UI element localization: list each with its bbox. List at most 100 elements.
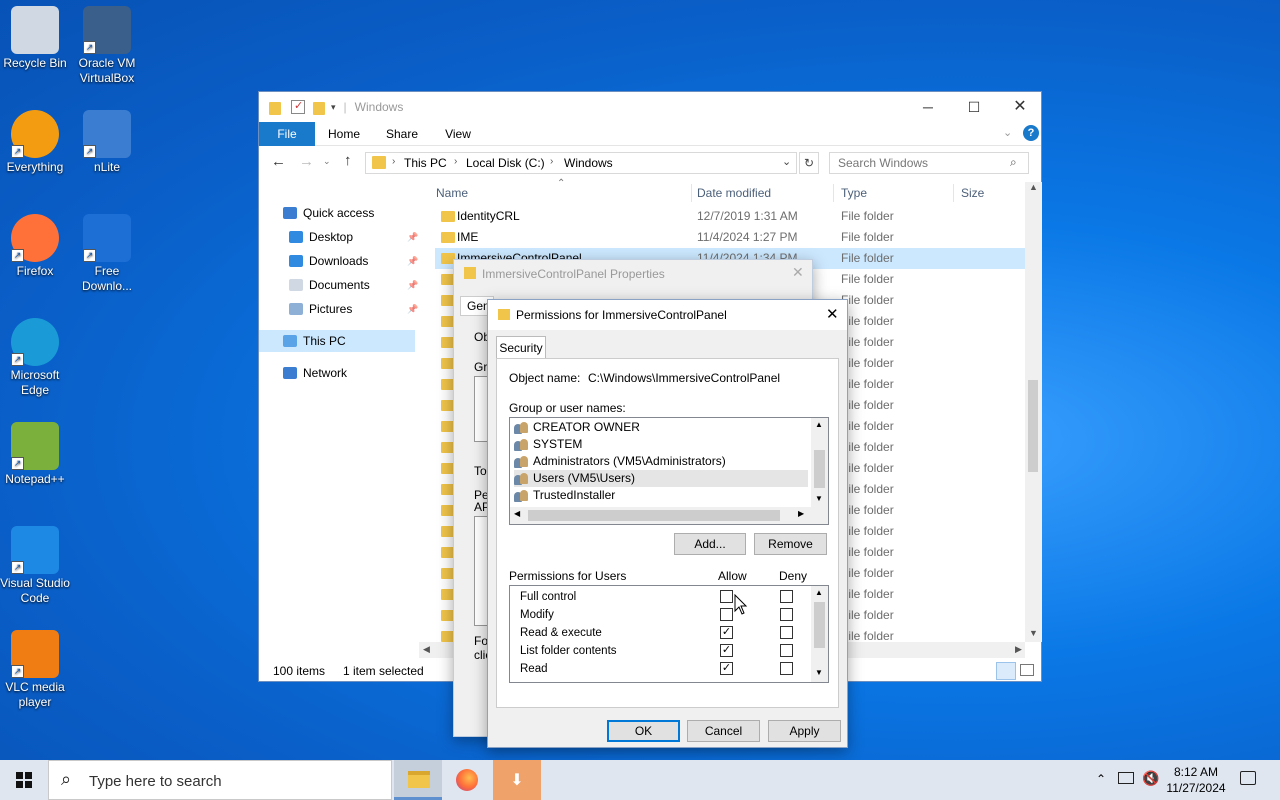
- user-row[interactable]: CREATOR OWNER: [514, 419, 808, 436]
- allow-checkbox[interactable]: [720, 590, 733, 603]
- desktop-icon-vscode[interactable]: ↗ Visual Studio Code: [0, 526, 70, 606]
- start-button[interactable]: [0, 760, 48, 800]
- volume-muted-icon[interactable]: 🔇: [1142, 770, 1159, 787]
- show-hidden-icons-icon[interactable]: ⌃: [1096, 772, 1106, 786]
- apply-button[interactable]: Apply: [768, 720, 841, 742]
- properties-close-icon[interactable]: ✕: [792, 264, 804, 281]
- deny-checkbox[interactable]: [780, 608, 793, 621]
- desktop-icon-virtualbox[interactable]: ↗ Oracle VM VirtualBox: [72, 6, 142, 86]
- taskbar-download-manager[interactable]: ⬇: [493, 760, 541, 800]
- cancel-button[interactable]: Cancel: [687, 720, 760, 742]
- user-row[interactable]: TrustedInstaller: [514, 487, 808, 504]
- taskbar-search-input[interactable]: Type here to search: [89, 773, 222, 790]
- tab-home[interactable]: Home: [323, 122, 365, 146]
- nav-item-downloads[interactable]: Downloads 📌: [289, 250, 418, 272]
- search-box[interactable]: Search Windows ⌕: [829, 152, 1029, 174]
- breadcrumb-local-disk[interactable]: Local Disk (C:): [466, 156, 545, 170]
- pin-icon[interactable]: 📌: [407, 298, 418, 320]
- allow-checkbox[interactable]: ✓: [720, 644, 733, 657]
- desktop-icon-recycle-bin[interactable]: Recycle Bin: [0, 6, 70, 71]
- desktop-icon-everything-search[interactable]: ↗ Everything: [0, 110, 70, 175]
- desktop-icon-vlc[interactable]: ↗ VLC media player: [0, 630, 70, 710]
- user-row[interactable]: Administrators (VM5\Administrators): [514, 453, 808, 470]
- forward-arrow-icon[interactable]: →: [299, 153, 314, 170]
- vertical-scrollbar[interactable]: ▲ ▼: [1025, 182, 1042, 642]
- pin-icon[interactable]: 📌: [407, 274, 418, 296]
- taskbar-search-box[interactable]: ⌕ Type here to search: [48, 760, 392, 800]
- maximize-button[interactable]: ☐: [951, 92, 997, 122]
- permission-list-vscroll[interactable]: ▲ ▼: [811, 586, 828, 682]
- breadcrumb-windows[interactable]: Windows: [564, 156, 613, 170]
- clock[interactable]: 8:12 AM 11/27/2024: [1160, 764, 1232, 796]
- column-type[interactable]: Type: [841, 186, 867, 200]
- permissions-title-bar[interactable]: Permissions for ImmersiveControlPanel ✕: [488, 300, 847, 330]
- deny-checkbox[interactable]: [780, 644, 793, 657]
- user-list-hscroll[interactable]: ◀ ▶: [510, 507, 828, 524]
- tab-file[interactable]: File: [259, 122, 315, 146]
- tab-share[interactable]: Share: [381, 122, 423, 146]
- desktop-icon-firefox[interactable]: ↗ Firefox: [0, 214, 70, 279]
- tab-view[interactable]: View: [437, 122, 479, 146]
- back-arrow-icon[interactable]: ←: [271, 153, 286, 170]
- minimize-button[interactable]: ─: [905, 92, 951, 122]
- nav-item-documents[interactable]: Documents 📌: [289, 274, 418, 296]
- nav-item-pictures[interactable]: Pictures 📌: [289, 298, 418, 320]
- column-name[interactable]: Name: [436, 186, 468, 200]
- network-icon[interactable]: [1118, 772, 1134, 784]
- user-list[interactable]: CREATOR OWNER SYSTEM Administrators (VM5\A…: [509, 417, 829, 525]
- search-input[interactable]: Search Windows: [838, 156, 928, 170]
- allow-checkbox[interactable]: [720, 608, 733, 621]
- desktop-icon-notepadpp[interactable]: ↗ Notepad++: [0, 422, 70, 487]
- properties-quick-icon[interactable]: ✓: [291, 100, 305, 114]
- customize-toolbar-icon[interactable]: ▾: [331, 102, 336, 113]
- column-date-modified[interactable]: Date modified: [697, 186, 771, 200]
- address-bar[interactable]: › This PC › Local Disk (C:) › Windows ⌄: [365, 152, 797, 174]
- taskbar-firefox[interactable]: [443, 760, 491, 800]
- desktop-icon-free-download-manager[interactable]: ↗ Free Downlo...: [72, 214, 142, 294]
- close-button[interactable]: ✕: [997, 92, 1043, 122]
- nav-item-desktop[interactable]: Desktop 📌: [289, 226, 418, 248]
- expand-ribbon-icon[interactable]: ⌄: [1003, 126, 1012, 139]
- pin-icon[interactable]: 📌: [407, 226, 418, 248]
- permission-list[interactable]: Full control Modify Read & execute ✓ List fo…: [509, 585, 829, 683]
- permissions-close-icon[interactable]: ✕: [826, 305, 839, 323]
- up-arrow-icon[interactable]: ↑: [344, 152, 352, 169]
- permissions-dialog[interactable]: Permissions for ImmersiveControlPanel ✕ …: [487, 299, 848, 748]
- details-view-icon[interactable]: [996, 662, 1016, 680]
- allow-checkbox[interactable]: ✓: [720, 662, 733, 675]
- deny-checkbox[interactable]: [780, 662, 793, 675]
- new-folder-icon[interactable]: [313, 101, 325, 115]
- column-size[interactable]: Size: [961, 186, 984, 200]
- folder-icon: [441, 232, 455, 243]
- allow-checkbox[interactable]: ✓: [720, 626, 733, 639]
- help-icon[interactable]: ?: [1023, 125, 1039, 141]
- document-icon: [289, 279, 303, 291]
- user-row[interactable]: Users (VM5\Users): [514, 470, 808, 487]
- nav-item-this-pc[interactable]: This PC: [259, 330, 415, 352]
- deny-checkbox[interactable]: [780, 590, 793, 603]
- scroll-thumb[interactable]: [1028, 380, 1038, 472]
- user-row[interactable]: SYSTEM: [514, 436, 808, 453]
- file-row[interactable]: IME 11/4/2024 1:27 PM File folder: [435, 227, 1025, 248]
- notification-icon[interactable]: [1240, 771, 1256, 785]
- search-icon[interactable]: ⌕: [1010, 155, 1017, 170]
- desktop-icon-edge[interactable]: ↗ Microsoft Edge: [0, 318, 70, 398]
- file-type: File folder: [841, 230, 894, 244]
- ok-button[interactable]: OK: [607, 720, 680, 742]
- tab-security[interactable]: Security: [496, 336, 546, 359]
- file-row[interactable]: IdentityCRL 12/7/2019 1:31 AM File folder: [435, 206, 1025, 227]
- deny-checkbox[interactable]: [780, 626, 793, 639]
- nav-item-quick-access[interactable]: Quick access: [283, 202, 374, 224]
- nav-item-network[interactable]: Network: [283, 362, 347, 384]
- pin-icon[interactable]: 📌: [407, 250, 418, 272]
- taskbar-file-explorer[interactable]: [394, 760, 442, 800]
- user-list-vscroll[interactable]: ▲ ▼: [811, 418, 828, 508]
- large-icons-view-icon[interactable]: [1020, 664, 1034, 676]
- remove-button[interactable]: Remove: [754, 533, 827, 555]
- address-dropdown-icon[interactable]: ⌄: [782, 155, 791, 168]
- add-button[interactable]: Add...: [674, 533, 746, 555]
- breadcrumb-this-pc[interactable]: This PC: [404, 156, 447, 170]
- desktop-icon-nlite[interactable]: ↗ nLite: [72, 110, 142, 175]
- recent-locations-icon[interactable]: ⌄: [323, 156, 331, 167]
- refresh-icon[interactable]: ↻: [799, 152, 819, 174]
